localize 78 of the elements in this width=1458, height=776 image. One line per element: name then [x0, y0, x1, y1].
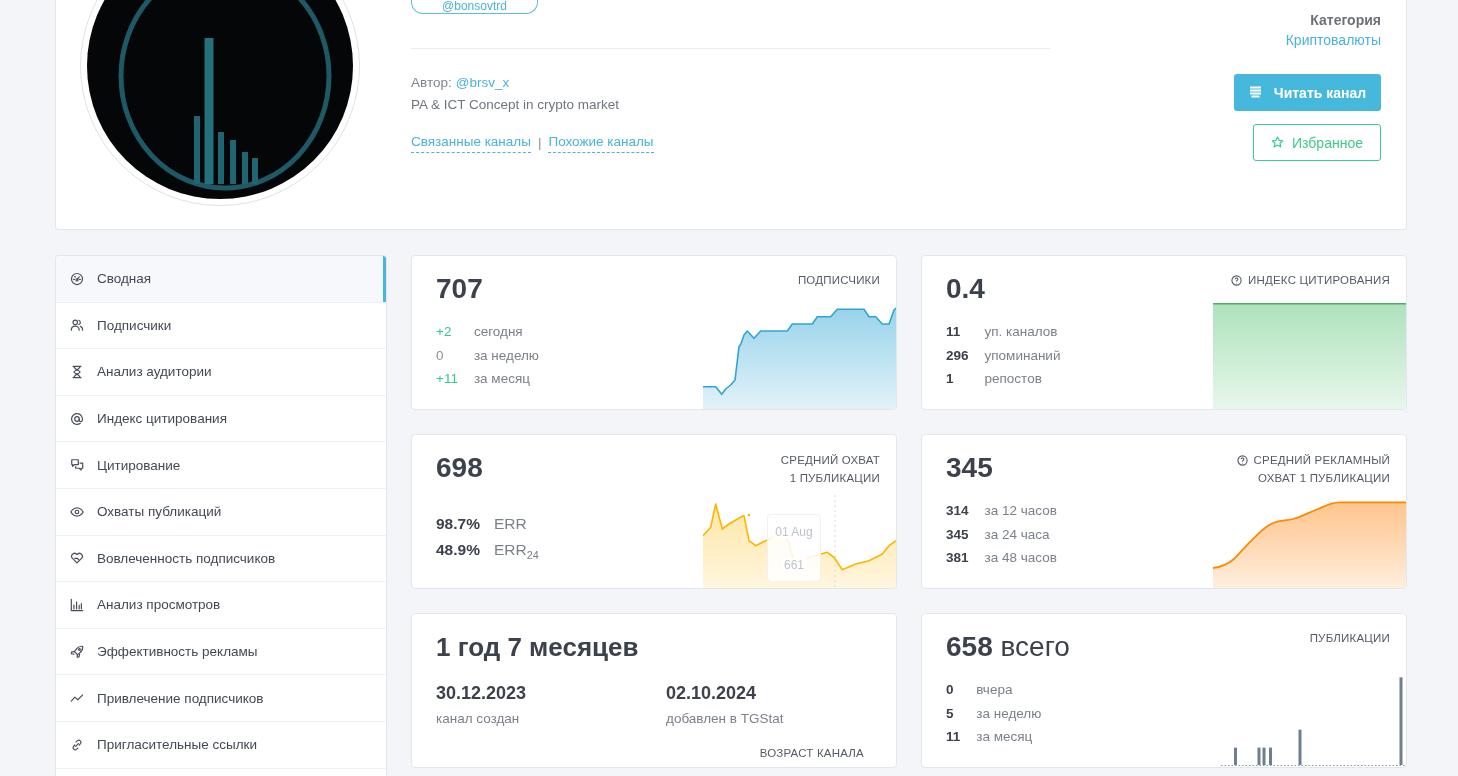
- bar-chart-icon: [70, 597, 84, 612]
- star-icon: [1271, 136, 1284, 149]
- stat-value: 11: [946, 728, 961, 746]
- lines-icon: [1248, 86, 1262, 99]
- card-title: ВОЗРАСТ КАНАЛА: [759, 746, 864, 761]
- sidebar-item[interactable]: Подписчики: [56, 302, 386, 350]
- stat-value: +2: [436, 323, 453, 341]
- tooltip-date: 01 Aug: [773, 524, 815, 539]
- stat-value: 0: [946, 681, 955, 699]
- stat-label: вчера: [976, 681, 1014, 699]
- stat-value: 98.7%: [436, 514, 480, 534]
- hourglass-icon: [70, 365, 84, 379]
- card-title: СРЕДНИЙ ОХВАТ 1 ПУБЛИКАЦИИ: [780, 453, 880, 486]
- stat-value: 5: [946, 704, 955, 723]
- stat-label: за неделю: [473, 346, 539, 365]
- stat-label: за месяц: [976, 728, 1034, 746]
- card-title: ПУБЛИКАЦИИ: [1309, 631, 1390, 646]
- stat-value: 381: [946, 549, 969, 567]
- card-title: СРЕДНИЙ РЕКЛАМНЫЙ ОХВАТ 1 ПУБЛИКАЦИИ: [1253, 453, 1390, 486]
- eye-icon: [70, 504, 84, 519]
- card-title: ПОДПИСЧИКИ: [797, 273, 880, 288]
- stat-value: 0: [436, 346, 445, 365]
- sidebar-item[interactable]: Эффективность рекламы: [56, 628, 386, 676]
- stat-label: за неделю: [976, 704, 1042, 723]
- tooltip-value: 661: [782, 557, 806, 572]
- link-icon: [70, 737, 84, 752]
- date-label: канал создан: [436, 710, 521, 728]
- stat-label: ERR$_{24}$: [493, 540, 539, 563]
- card-title: ИНДЕКС ЦИТИРОВАНИЯ: [1248, 273, 1390, 288]
- stat-value: 345: [946, 525, 969, 544]
- author-label: Автор:: [411, 74, 452, 92]
- card-value: 658 всего: [946, 630, 1071, 664]
- bar: [1298, 729, 1302, 765]
- link-separator: |: [537, 133, 542, 152]
- sidebar-item[interactable]: Пригласительные ссылки: [56, 721, 386, 769]
- stat-value: 11: [946, 323, 962, 341]
- stat-value: 314: [946, 502, 969, 520]
- users-icon: [70, 318, 84, 333]
- heart-icon: [70, 551, 84, 566]
- stat-label: уп. каналов: [984, 323, 1059, 341]
- chat-bubbles-icon: [70, 458, 84, 473]
- sidebar-item[interactable]: Привлечение подписчиков: [56, 675, 386, 722]
- at-sign-icon: [70, 411, 84, 426]
- date-label: добавлен в TGStat: [666, 710, 785, 728]
- stat-label: упоминаний: [984, 346, 1061, 365]
- stat-label: за 12 часов: [984, 502, 1057, 520]
- stat-label: за 48 часов: [984, 549, 1057, 567]
- stat-label: сегодня: [473, 323, 524, 341]
- stat-value: +11: [436, 370, 458, 388]
- stat-label: за 24 часа: [984, 525, 1051, 544]
- help-icon[interactable]: [1236, 454, 1248, 466]
- sidebar-item[interactable]: Индекс цитирования: [56, 395, 386, 443]
- category-label: Категория: [1310, 11, 1381, 30]
- sidebar-item[interactable]: Вовлеченность подписчиков: [56, 535, 386, 583]
- card-value: 1 год 7 месяцев: [436, 631, 640, 664]
- stat-label: репостов: [984, 370, 1043, 388]
- stat-value: 1: [946, 370, 955, 388]
- bar: [1269, 747, 1272, 765]
- stat-label: за месяц: [473, 370, 531, 388]
- channel-description: PA & ICT Concept in crypto market: [411, 96, 620, 114]
- rocket-icon: [70, 644, 84, 659]
- date-value: 30.12.2023: [436, 682, 528, 705]
- stat-label: ERR: [493, 514, 528, 534]
- bar: [1234, 747, 1237, 765]
- sidebar-item[interactable]: Охваты публикаций: [56, 488, 386, 536]
- help-icon[interactable]: [1231, 274, 1243, 286]
- stat-value: 296: [946, 346, 969, 365]
- sidebar-item[interactable]: Цитирование: [56, 442, 386, 489]
- sidebar-item[interactable]: Анализ аудитории: [56, 349, 386, 396]
- sidebar-item[interactable]: Сводная: [56, 256, 386, 303]
- stat-value: 48.9%: [436, 540, 480, 560]
- gauge-icon: [70, 271, 84, 286]
- card-value: 345: [946, 451, 994, 485]
- card-value: 707: [436, 272, 484, 306]
- sidebar-item[interactable]: Анализ просмотров: [56, 582, 386, 629]
- card-value: 698: [436, 451, 484, 485]
- date-value: 02.10.2024: [666, 682, 758, 705]
- card-value: 0.4: [946, 272, 986, 306]
